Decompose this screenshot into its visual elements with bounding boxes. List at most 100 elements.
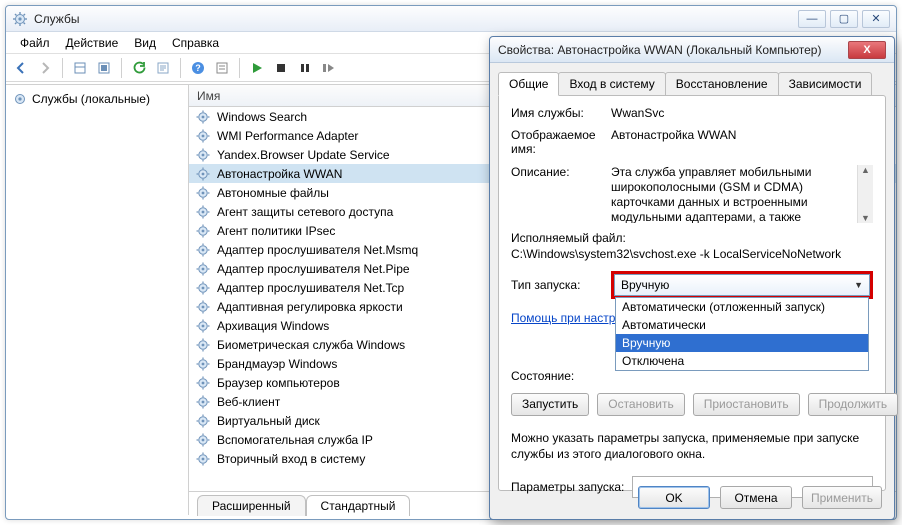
gear-icon [195, 394, 211, 410]
scroll-down-icon[interactable]: ▼ [861, 213, 870, 223]
gear-icon [195, 413, 211, 429]
start-service-button[interactable] [246, 57, 268, 79]
label-display-name: Отображаемое имя: [511, 128, 611, 157]
service-name-label: Автонастройка WWAN [217, 167, 342, 181]
window-title: Службы [34, 12, 798, 26]
service-properties-dialog: Свойства: Автонастройка WWAN (Локальный … [489, 36, 895, 520]
nav-forward-button[interactable] [34, 57, 56, 79]
services-icon [12, 11, 28, 27]
label-executable: Исполняемый файл: [511, 231, 873, 245]
value-service-name: WwanSvc [611, 106, 873, 120]
startup-type-value: Вручную [621, 278, 669, 292]
properties-button[interactable] [211, 57, 233, 79]
scroll-up-icon[interactable]: ▲ [861, 165, 870, 175]
gear-icon [195, 109, 211, 125]
export-button[interactable] [152, 57, 174, 79]
cancel-button[interactable]: Отмена [720, 486, 792, 509]
service-name-label: Вспомогательная служба IP [217, 433, 373, 447]
service-control-buttons: Запустить Остановить Приостановить Продо… [511, 393, 873, 416]
apply-button: Применить [802, 486, 882, 509]
pause-button: Приостановить [693, 393, 800, 416]
description-box: Эта служба управляет мобильными широкопо… [611, 165, 873, 223]
caption-buttons: — ▢ ✕ [798, 10, 890, 28]
help-button[interactable]: ? [187, 57, 209, 79]
tab-recovery[interactable]: Восстановление [665, 72, 779, 96]
label-service-name: Имя службы: [511, 106, 611, 120]
service-name-label: Адаптер прослушивателя Net.Msmq [217, 243, 418, 257]
label-state: Состояние: [511, 369, 611, 383]
service-name-label: Виртуальный диск [217, 414, 320, 428]
maximize-button[interactable]: ▢ [830, 10, 858, 28]
label-start-params: Параметры запуска: [511, 480, 624, 494]
menu-file[interactable]: Файл [12, 34, 58, 52]
service-name-label: Вторичный вход в систему [217, 452, 365, 466]
stop-service-button[interactable] [270, 57, 292, 79]
gear-icon [195, 261, 211, 277]
nav-back-button[interactable] [10, 57, 32, 79]
gear-icon [195, 356, 211, 372]
service-name-label: WMI Performance Adapter [217, 129, 358, 143]
service-name-label: Браузер компьютеров [217, 376, 340, 390]
gear-icon [195, 451, 211, 467]
refresh-button[interactable] [128, 57, 150, 79]
startup-type-combo[interactable]: Вручную Автоматически (отложенный запуск… [614, 274, 870, 296]
gear-icon [195, 223, 211, 239]
svg-text:?: ? [195, 63, 201, 73]
close-button[interactable]: ✕ [862, 10, 890, 28]
tree-root-label: Службы (локальные) [32, 92, 150, 106]
dialog-tabs: Общие Вход в систему Восстановление Зави… [490, 63, 894, 95]
startup-option[interactable]: Автоматически [616, 316, 868, 334]
dialog-buttons: OK Отмена Применить [638, 486, 882, 509]
menu-view[interactable]: Вид [126, 34, 164, 52]
service-name-label: Адаптивная регулировка яркости [217, 300, 403, 314]
service-name-label: Архивация Windows [217, 319, 329, 333]
gear-icon [195, 147, 211, 163]
service-name-label: Веб-клиент [217, 395, 280, 409]
start-button[interactable]: Запустить [511, 393, 589, 416]
gear-icon [12, 91, 28, 107]
resume-button: Продолжить [808, 393, 899, 416]
gear-icon [195, 375, 211, 391]
tab-standard[interactable]: Стандартный [306, 495, 411, 516]
tab-logon[interactable]: Вход в систему [558, 72, 665, 96]
gear-icon [195, 432, 211, 448]
menu-help[interactable]: Справка [164, 34, 227, 52]
dialog-titlebar: Свойства: Автонастройка WWAN (Локальный … [490, 37, 894, 63]
titlebar: Службы — ▢ ✕ [6, 6, 896, 32]
gear-icon [195, 242, 211, 258]
service-name-label: Адаптер прослушивателя Net.Tcp [217, 281, 404, 295]
tab-dependencies[interactable]: Зависимости [778, 72, 873, 96]
pause-service-button[interactable] [294, 57, 316, 79]
menu-action[interactable]: Действие [58, 34, 127, 52]
minimize-button[interactable]: — [798, 10, 826, 28]
restart-service-button[interactable] [318, 57, 340, 79]
toolbar-button-1[interactable] [69, 57, 91, 79]
stop-button: Остановить [597, 393, 685, 416]
startup-type-highlight: Вручную Автоматически (отложенный запуск… [611, 271, 873, 299]
tab-general[interactable]: Общие [498, 72, 559, 96]
service-name-label: Автономные файлы [217, 186, 329, 200]
dialog-close-button[interactable]: X [848, 41, 886, 59]
ok-button[interactable]: OK [638, 486, 710, 509]
service-name-label: Агент защиты сетевого доступа [217, 205, 393, 219]
startup-type-dropdown[interactable]: Автоматически (отложенный запуск)Автомат… [615, 297, 869, 371]
service-name-label: Агент политики IPsec [217, 224, 335, 238]
service-name-label: Windows Search [217, 110, 307, 124]
toolbar-button-2[interactable] [93, 57, 115, 79]
gear-icon [195, 166, 211, 182]
startup-option[interactable]: Вручную [616, 334, 868, 352]
startup-note: Можно указать параметры запуска, применя… [511, 430, 873, 462]
gear-icon [195, 185, 211, 201]
tree-root-item[interactable]: Службы (локальные) [6, 89, 188, 109]
service-name-label: Биометрическая служба Windows [217, 338, 405, 352]
startup-option[interactable]: Отключена [616, 352, 868, 370]
tab-extended[interactable]: Расширенный [197, 495, 306, 516]
description-scrollbar[interactable]: ▲ ▼ [857, 165, 873, 223]
startup-option[interactable]: Автоматически (отложенный запуск) [616, 298, 868, 316]
service-name-label: Брандмауэр Windows [217, 357, 337, 371]
gear-icon [195, 128, 211, 144]
value-display-name: Автонастройка WWAN [611, 128, 873, 157]
service-name-label: Yandex.Browser Update Service [217, 148, 390, 162]
gear-icon [195, 280, 211, 296]
console-tree: Службы (локальные) [6, 85, 189, 515]
